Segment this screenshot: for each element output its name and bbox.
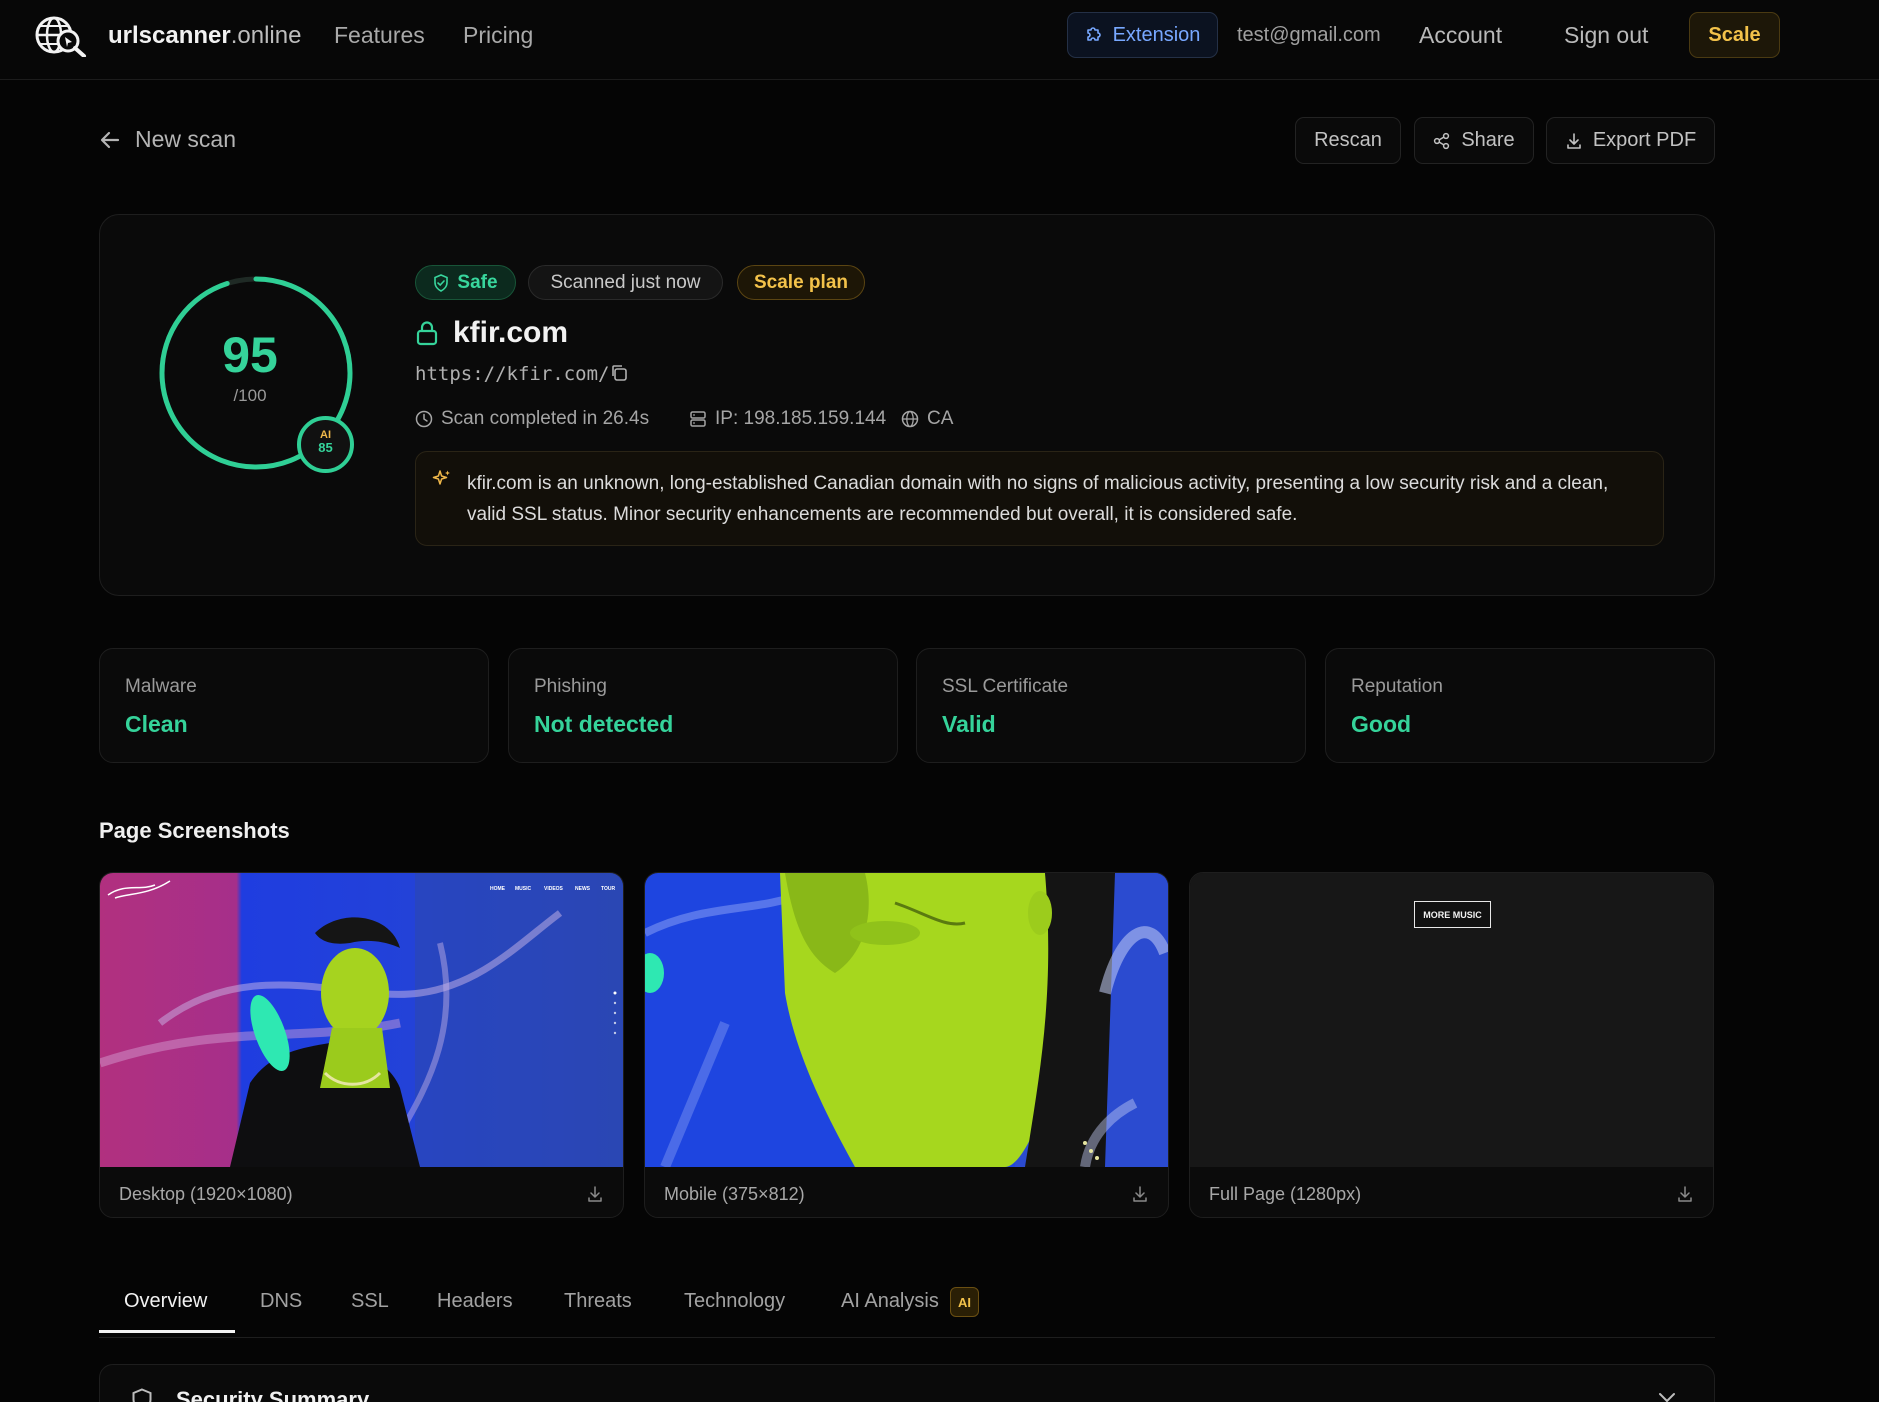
stat-label: SSL Certificate: [942, 676, 1069, 697]
ai-summary-text: kfir.com is an unknown, long-established…: [467, 473, 1609, 525]
screenshot-card-full-page[interactable]: MORE MUSIC Full Page (1280px): [1189, 872, 1714, 1218]
share-label: Share: [1461, 129, 1515, 151]
tab-threats[interactable]: Threats: [564, 1290, 632, 1313]
top-nav: urlscanner.online Features Pricing Exten…: [0, 0, 1879, 80]
stat-label: Reputation: [1351, 676, 1443, 697]
extension-button[interactable]: Extension: [1067, 12, 1218, 58]
stat-value: Valid: [942, 711, 996, 737]
copy-icon[interactable]: [610, 364, 628, 382]
server-country-text: CA: [927, 408, 954, 429]
safe-status-badge: Safe: [415, 265, 516, 300]
user-email: test@gmail.com: [1237, 24, 1381, 46]
download-icon[interactable]: [586, 1185, 604, 1203]
shield-check-icon: [433, 273, 449, 292]
brand-name: urlscanner: [108, 22, 231, 49]
stat-card-phishing: Phishing Not detected: [508, 648, 898, 763]
ai-score-badge: AI 85: [297, 416, 354, 473]
safety-score: 95: [222, 327, 278, 383]
plan-button[interactable]: Scale: [1689, 12, 1780, 58]
ai-score-value: 85: [318, 440, 333, 455]
stat-value: Not detected: [534, 711, 674, 737]
tab-ssl[interactable]: SSL: [351, 1290, 389, 1313]
stat-card-reputation: Reputation Good: [1325, 648, 1715, 763]
sign-out-link[interactable]: Sign out: [1564, 22, 1648, 49]
brand-tld: .online: [230, 22, 302, 49]
server-country: CA: [901, 408, 953, 430]
download-icon[interactable]: [1131, 1185, 1149, 1203]
desktop-screenshot-image[interactable]: HOME MUSIC VIDEOS NEWS TOUR: [100, 873, 623, 1167]
scan-duration-text: Scan completed in 26.4s: [441, 408, 650, 429]
desktop-nav-home: HOME: [490, 886, 506, 892]
stat-label: Malware: [125, 676, 197, 697]
scanned-domain: kfir.com: [453, 316, 569, 349]
sparkles-icon: [432, 469, 452, 489]
mobile-screenshot-image[interactable]: [645, 873, 1168, 1167]
download-icon[interactable]: [1676, 1185, 1694, 1203]
screenshot-caption: Mobile (375×812): [664, 1184, 805, 1204]
chevron-down-icon[interactable]: [1657, 1392, 1677, 1402]
globe-search-logo-icon[interactable]: [34, 13, 88, 57]
tab-ai-analysis[interactable]: AI Analysis: [841, 1290, 939, 1313]
server-ip: IP: 198.185.159.144: [689, 408, 886, 430]
server-ip-text: IP: 198.185.159.144: [715, 408, 887, 429]
rescan-label: Rescan: [1314, 129, 1382, 151]
active-tab-indicator: [99, 1330, 235, 1333]
safe-status-label: Safe: [457, 271, 498, 293]
clock-icon: [415, 410, 433, 428]
desktop-nav-tour: TOUR: [601, 886, 615, 892]
screenshots-title: Page Screenshots: [99, 818, 290, 843]
tab-technology[interactable]: Technology: [684, 1290, 785, 1313]
screenshot-card-mobile[interactable]: Mobile (375×812): [644, 872, 1169, 1218]
export-label: Export PDF: [1592, 129, 1697, 151]
download-icon: [1565, 132, 1583, 150]
screenshot-caption: Full Page (1280px): [1209, 1184, 1362, 1204]
tab-overview[interactable]: Overview: [124, 1290, 207, 1313]
nav-link-features[interactable]: Features: [334, 22, 425, 49]
security-summary-title: Security Summary: [176, 1387, 370, 1402]
share-button[interactable]: Share: [1414, 117, 1534, 164]
full-page-screenshot-image[interactable]: MORE MUSIC: [1190, 873, 1713, 1167]
tab-headers[interactable]: Headers: [437, 1290, 513, 1313]
stat-label: Phishing: [534, 676, 607, 697]
scan-duration: Scan completed in 26.4s: [415, 408, 649, 430]
rescan-button[interactable]: Rescan: [1295, 117, 1401, 164]
puzzle-icon: [1085, 26, 1103, 44]
plan-badge: Scale plan: [737, 265, 865, 300]
safety-score-max: /100: [233, 386, 267, 405]
account-link[interactable]: Account: [1419, 22, 1502, 49]
scanned-url: https://kfir.com/: [415, 363, 610, 385]
scanned-time-badge: Scanned just now: [528, 265, 723, 300]
ai-tag-badge: AI: [950, 1287, 979, 1317]
nav-link-pricing[interactable]: Pricing: [463, 22, 533, 49]
server-icon: [689, 410, 707, 428]
share-icon: [1433, 132, 1451, 150]
stat-card-ssl-certificate: SSL Certificate Valid: [916, 648, 1306, 763]
screenshot-caption: Desktop (1920×1080): [119, 1184, 293, 1204]
extension-label: Extension: [1112, 23, 1201, 46]
desktop-nav-videos: VIDEOS: [544, 886, 564, 892]
screenshot-card-desktop[interactable]: HOME MUSIC VIDEOS NEWS TOUR Desktop (192…: [99, 872, 624, 1218]
export-pdf-button[interactable]: Export PDF: [1546, 117, 1715, 164]
back-label: New scan: [135, 126, 236, 152]
arrow-left-icon: [99, 129, 121, 151]
desktop-nav-news: NEWS: [575, 886, 591, 892]
shield-icon: [131, 1388, 153, 1402]
desktop-nav-music: MUSIC: [515, 886, 532, 892]
stat-card-malware: Malware Clean: [99, 648, 489, 763]
stat-value: Clean: [125, 711, 188, 737]
back-new-scan-link[interactable]: New scan: [99, 126, 236, 153]
more-music-button: MORE MUSIC: [1414, 901, 1491, 928]
tab-dns[interactable]: DNS: [260, 1290, 302, 1313]
lock-icon: [415, 320, 439, 346]
stat-value: Good: [1351, 711, 1412, 737]
globe-icon: [901, 410, 919, 428]
brand-logo-text[interactable]: urlscanner.online: [108, 22, 301, 50]
